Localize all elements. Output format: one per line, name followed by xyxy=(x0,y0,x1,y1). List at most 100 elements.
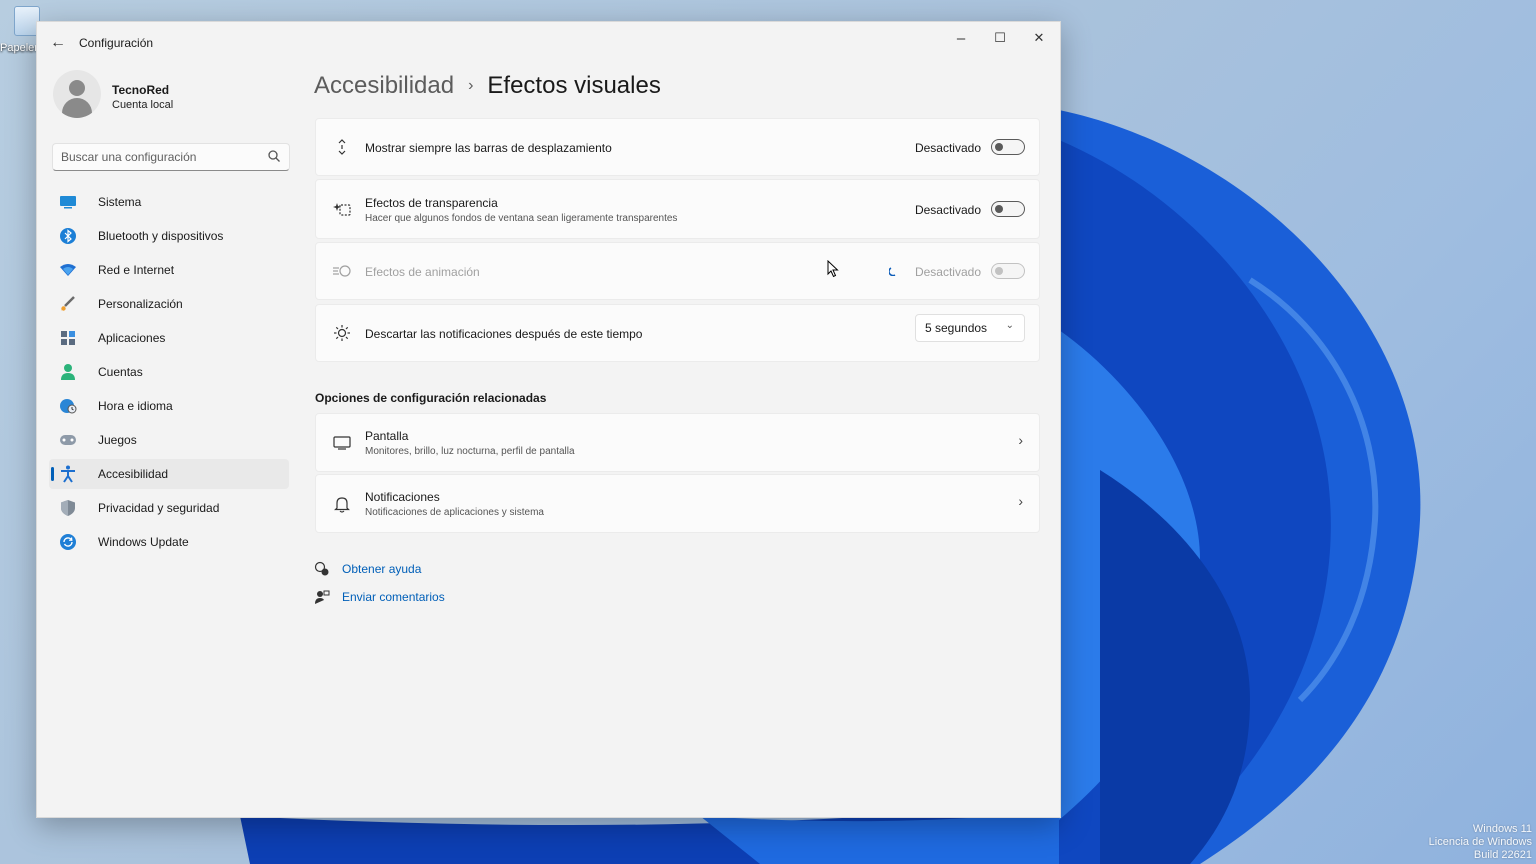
bluetooth-icon xyxy=(59,227,77,245)
toggle-state-label: Desactivado xyxy=(914,265,981,279)
app-title: Configuración xyxy=(79,36,154,50)
sidebar-item-label: Privacidad y seguridad xyxy=(98,501,220,515)
breadcrumb-separator: › xyxy=(468,77,474,94)
sidebar-item-label: Juegos xyxy=(98,433,137,447)
help-link-row: Obtener ayuda xyxy=(314,559,421,579)
monitor-icon xyxy=(332,433,352,453)
loading-spinner-icon xyxy=(889,267,896,276)
watermark-line: Windows 11 xyxy=(1472,823,1532,835)
search-icon[interactable] xyxy=(267,149,281,163)
settings-window: ← Configuración – ☐ ✕ TecnoRed Cuenta lo… xyxy=(36,21,1061,818)
system-icon xyxy=(59,193,77,211)
user-profile[interactable]: TecnoRed Cuenta local xyxy=(53,70,293,124)
sidebar-item-label: Sistema xyxy=(98,195,142,209)
brush-icon xyxy=(59,295,77,313)
maximize-icon: ☐ xyxy=(994,30,1006,45)
setting-notification-timeout: Descartar las notificaciones después de … xyxy=(315,304,1040,362)
watermark-line: Build 22621 xyxy=(1473,849,1532,861)
sidebar-item-sistema[interactable]: Sistema xyxy=(49,187,289,217)
setting-title: Efectos de animación xyxy=(365,265,480,279)
sidebar-item-label: Aplicaciones xyxy=(98,331,166,345)
setting-title: Mostrar siempre las barras de desplazami… xyxy=(365,141,612,155)
help-icon xyxy=(314,561,330,577)
sidebar-item-label: Personalización xyxy=(98,297,183,311)
feedback-link-row: Enviar comentarios xyxy=(314,587,445,607)
windows-watermark: Windows 11 Licencia de Windows Build 226… xyxy=(1429,823,1532,862)
sidebar-nav: Sistema Bluetooth y dispositivos Red e I… xyxy=(49,187,289,561)
search-box[interactable] xyxy=(52,143,290,171)
search-input[interactable] xyxy=(53,144,263,170)
related-display[interactable]: Pantalla Monitores, brillo, luz nocturna… xyxy=(315,413,1040,472)
setting-title: Descartar las notificaciones después de … xyxy=(365,327,643,341)
sidebar-item-aplicaciones[interactable]: Aplicaciones xyxy=(49,323,289,353)
minimize-icon: – xyxy=(956,29,966,47)
sidebar-item-label: Red e Internet xyxy=(98,263,175,277)
sidebar-item-hora[interactable]: Hora e idioma xyxy=(49,391,289,421)
sidebar-item-red[interactable]: Red e Internet xyxy=(49,255,289,285)
breadcrumb-parent[interactable]: Accesibilidad xyxy=(314,72,454,100)
transparency-icon xyxy=(332,199,352,219)
feedback-icon xyxy=(314,589,330,605)
setting-scrollbars: Mostrar siempre las barras de desplazami… xyxy=(315,118,1040,176)
related-settings-heading: Opciones de configuración relacionadas xyxy=(315,391,547,405)
sidebar-item-juegos[interactable]: Juegos xyxy=(49,425,289,455)
bell-icon xyxy=(332,494,352,514)
sidebar-item-privacidad[interactable]: Privacidad y seguridad xyxy=(49,493,289,523)
title-bar[interactable]: ← Configuración – ☐ ✕ xyxy=(37,22,1060,62)
related-subtitle: Notificaciones de aplicaciones y sistema xyxy=(365,507,544,518)
sidebar-item-cuentas[interactable]: Cuentas xyxy=(49,357,289,387)
sidebar-item-label: Bluetooth y dispositivos xyxy=(98,229,224,243)
close-icon: ✕ xyxy=(1033,30,1045,45)
sidebar-item-personalizacion[interactable]: Personalización xyxy=(49,289,289,319)
user-name: TecnoRed xyxy=(112,83,170,97)
sidebar-item-label: Accesibilidad xyxy=(98,467,169,481)
sidebar-item-windows-update[interactable]: Windows Update xyxy=(49,527,289,557)
account-type: Cuenta local xyxy=(112,99,174,111)
animation-toggle[interactable] xyxy=(991,263,1025,279)
scroll-arrows-icon xyxy=(332,137,352,157)
globe-clock-icon xyxy=(59,397,77,415)
page-title: Efectos visuales xyxy=(487,72,661,99)
avatar xyxy=(53,70,101,118)
close-button[interactable]: ✕ xyxy=(1019,24,1059,52)
notification-duration-select[interactable]: 5 segundos ⌄ xyxy=(915,314,1025,342)
gamepad-icon xyxy=(59,431,77,449)
related-subtitle: Monitores, brillo, luz nocturna, perfil … xyxy=(365,446,575,457)
back-button[interactable]: ← xyxy=(47,32,69,54)
accounts-icon xyxy=(59,363,77,381)
minimize-button[interactable]: – xyxy=(941,24,981,52)
related-title: Pantalla xyxy=(365,429,409,443)
sidebar-item-label: Hora e idioma xyxy=(98,399,173,413)
animation-icon xyxy=(332,261,352,281)
chevron-right-icon: › xyxy=(1018,432,1023,448)
setting-animation: Efectos de animación Desactivado xyxy=(315,242,1040,300)
related-notifications[interactable]: Notificaciones Notificaciones de aplicac… xyxy=(315,474,1040,533)
mouse-cursor-icon xyxy=(827,260,839,278)
breadcrumb: Accesibilidad › Efectos visuales xyxy=(314,72,661,100)
chevron-down-icon: ⌄ xyxy=(1005,320,1014,331)
update-icon xyxy=(59,533,77,551)
arrow-left-icon: ← xyxy=(50,34,66,51)
get-help-link[interactable]: Obtener ayuda xyxy=(342,562,421,576)
shield-icon xyxy=(59,499,77,517)
scrollbars-toggle[interactable] xyxy=(991,139,1025,155)
sidebar-item-accesibilidad[interactable]: Accesibilidad xyxy=(49,459,289,489)
sidebar-item-label: Windows Update xyxy=(98,535,189,549)
chevron-right-icon: › xyxy=(1018,493,1023,509)
select-value: 5 segundos xyxy=(925,321,988,335)
sun-icon xyxy=(332,323,352,343)
maximize-button[interactable]: ☐ xyxy=(980,24,1020,52)
transparency-toggle[interactable] xyxy=(991,201,1025,217)
related-title: Notificaciones xyxy=(365,490,440,504)
setting-title: Efectos de transparencia xyxy=(365,196,498,210)
setting-transparency: Efectos de transparencia Hacer que algun… xyxy=(315,179,1040,239)
apps-icon xyxy=(59,329,77,347)
sidebar-item-bluetooth[interactable]: Bluetooth y dispositivos xyxy=(49,221,289,251)
watermark-line: Licencia de Windows xyxy=(1428,836,1532,848)
send-feedback-link[interactable]: Enviar comentarios xyxy=(342,590,445,604)
accessibility-icon xyxy=(59,465,77,483)
toggle-state-label: Desactivado xyxy=(914,203,981,217)
toggle-state-label: Desactivado xyxy=(914,141,981,155)
sidebar-item-label: Cuentas xyxy=(98,365,143,379)
setting-subtitle: Hacer que algunos fondos de ventana sean… xyxy=(365,213,678,224)
